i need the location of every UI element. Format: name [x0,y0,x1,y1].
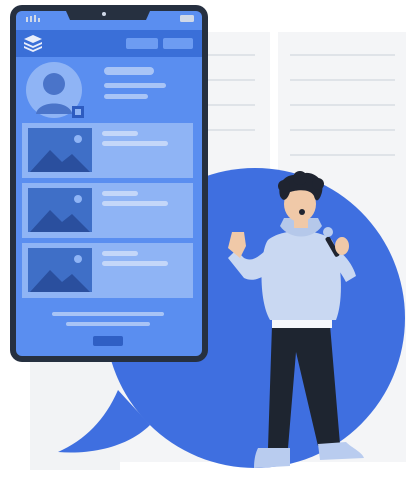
mouth [299,209,305,215]
footer-line-2 [66,322,150,326]
footer-button [93,336,123,346]
battery-icon [180,15,194,22]
footer-line-1 [52,312,164,316]
profile-line-1 [104,83,166,88]
list-item [22,123,193,178]
header-button-2 [163,38,193,49]
phone-notch [66,11,150,20]
profile-name-line [104,67,154,75]
camera-icon [102,12,106,16]
left-shoe [254,448,290,468]
list-item [22,183,193,238]
list-item [22,243,193,298]
right-hand [335,237,349,255]
phone-mockup [10,5,208,362]
header-button-1 [126,38,158,49]
illustration [10,5,406,470]
profile-line-2 [104,94,148,99]
